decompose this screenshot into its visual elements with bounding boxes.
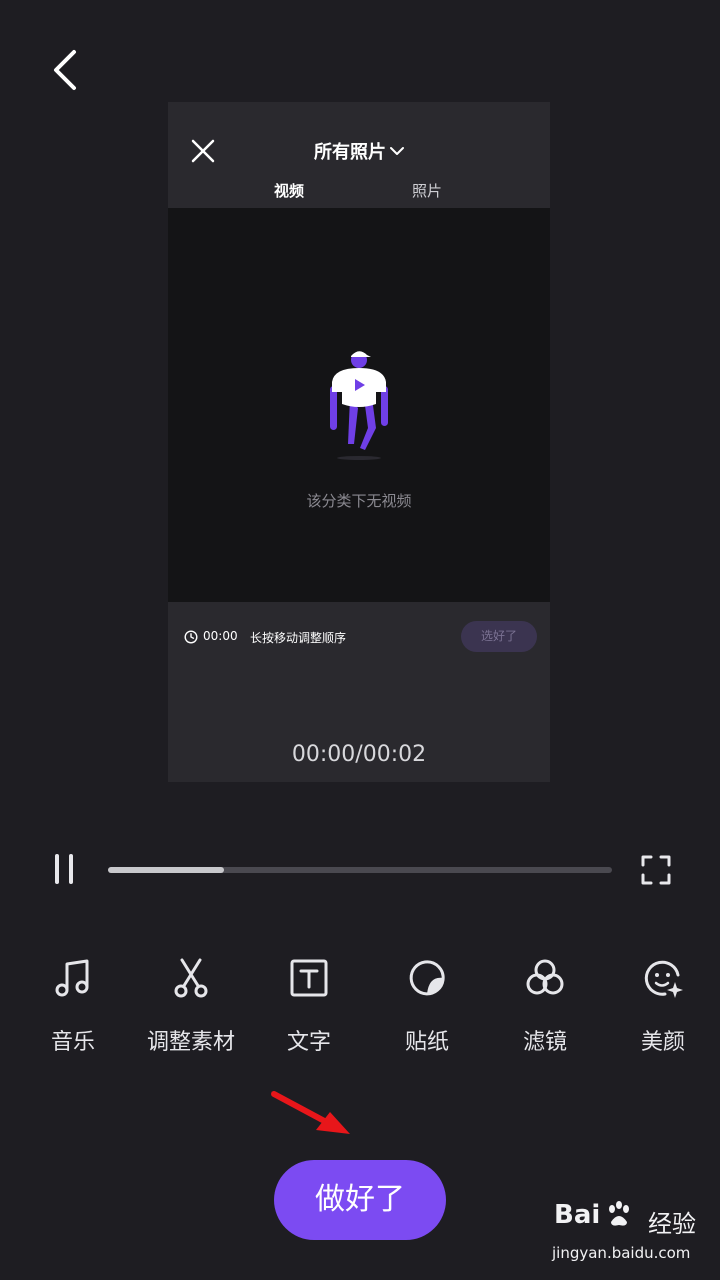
album-label: 所有照片 xyxy=(314,142,386,163)
pause-button[interactable] xyxy=(50,852,78,888)
picker-header: 所有照片 视频 照片 xyxy=(168,102,550,208)
chevron-left-icon xyxy=(54,50,76,90)
tool-text[interactable]: 文字 xyxy=(250,950,368,1060)
empty-message: 该分类下无视频 xyxy=(306,492,412,510)
selected-duration: 00:00 xyxy=(203,629,238,643)
tool-music[interactable]: 音乐 xyxy=(14,950,132,1060)
progress-fill xyxy=(108,867,224,873)
video-preview: 所有照片 视频 照片 该分类下无视频 00:00 长按移动调整顺序 选好了 00… xyxy=(168,102,550,782)
music-note-icon xyxy=(55,959,89,997)
watermark-url: jingyan.baidu.com xyxy=(552,1244,691,1262)
scissors-icon xyxy=(174,958,208,998)
tool-text-label: 文字 xyxy=(286,1030,331,1055)
empty-state: 该分类下无视频 xyxy=(168,208,550,602)
back-button[interactable] xyxy=(44,46,88,94)
filter-circles-icon xyxy=(526,959,564,995)
selection-bar: 00:00 长按移动调整顺序 选好了 xyxy=(168,602,550,672)
edit-toolbar: 音乐 调整素材 文字 贴纸 滤镜 美颜 xyxy=(0,950,720,1060)
timecode: 00:00/00:02 xyxy=(291,742,427,767)
watermark-cn: 经验 xyxy=(648,1210,696,1238)
tool-sticker-label: 贴纸 xyxy=(404,1030,449,1055)
paw-icon xyxy=(609,1201,629,1226)
playback-progress[interactable] xyxy=(108,867,612,873)
pause-icon xyxy=(55,854,59,884)
reorder-hint: 长按移动调整顺序 xyxy=(250,631,347,645)
tab-video[interactable]: 视频 xyxy=(274,180,304,201)
tool-filter-label: 滤镜 xyxy=(522,1030,567,1055)
text-box-icon xyxy=(290,959,328,997)
tool-filter[interactable]: 滤镜 xyxy=(486,950,604,1060)
tool-beauty-label: 美颜 xyxy=(640,1030,685,1055)
tool-adjust[interactable]: 调整素材 xyxy=(132,950,250,1060)
empty-illustration-icon xyxy=(330,351,388,460)
baidu-watermark: Bai 经验 jingyan.baidu.com xyxy=(550,1196,710,1266)
chevron-down-icon xyxy=(390,147,404,155)
fullscreen-icon xyxy=(641,855,671,885)
tool-music-label: 音乐 xyxy=(50,1030,95,1055)
tool-adjust-label: 调整素材 xyxy=(146,1030,235,1055)
watermark-brand: Bai xyxy=(554,1200,601,1230)
beauty-face-icon xyxy=(644,960,683,998)
clock-icon xyxy=(184,630,198,644)
select-done-button[interactable]: 选好了 xyxy=(461,621,537,652)
fullscreen-button[interactable] xyxy=(640,854,672,886)
tab-photo[interactable]: 照片 xyxy=(412,180,442,201)
tool-beauty[interactable]: 美颜 xyxy=(604,950,720,1060)
tool-sticker[interactable]: 贴纸 xyxy=(368,950,486,1060)
sticker-icon xyxy=(409,960,445,996)
annotation-arrow-icon xyxy=(271,1091,350,1134)
album-selector[interactable]: 所有照片 xyxy=(168,138,550,164)
done-button[interactable]: 做好了 xyxy=(274,1160,446,1240)
